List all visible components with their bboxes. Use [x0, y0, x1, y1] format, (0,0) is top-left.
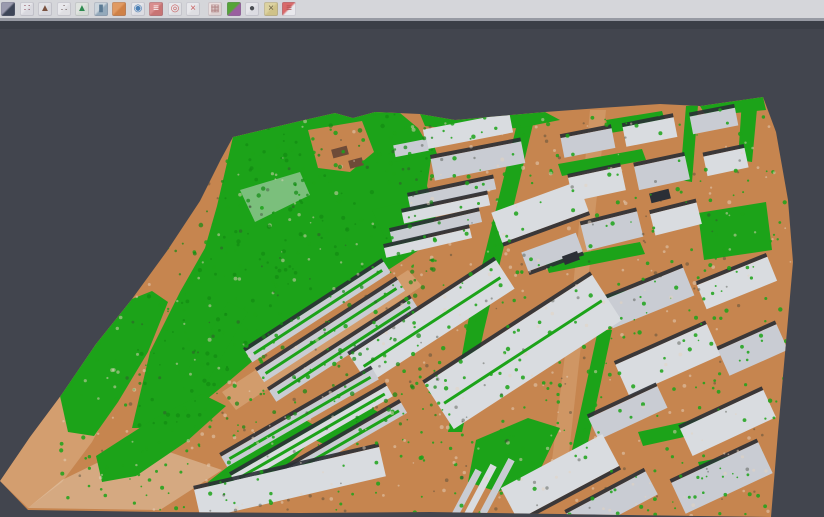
layers-icon[interactable]: ≡ [149, 2, 163, 16]
terrain-model-icon[interactable]: ▲ [38, 2, 52, 16]
clip-box-icon[interactable]: × [186, 2, 200, 16]
sphere-icon[interactable]: ● [245, 2, 259, 16]
target-icon[interactable]: ◎ [168, 2, 182, 16]
scene-canvas [0, 0, 824, 517]
point-cloud-icon[interactable]: ∷ [20, 2, 34, 16]
grid-icon[interactable]: ▦ [208, 2, 222, 16]
report-icon[interactable]: × [264, 2, 278, 16]
sparse-points-icon[interactable]: ∴ [57, 2, 71, 16]
table-icon[interactable]: ≡ [282, 2, 296, 16]
globe-icon[interactable]: ◉ [131, 2, 145, 16]
building-icon[interactable]: ▮ [94, 2, 108, 16]
classified-map-icon[interactable] [227, 2, 241, 16]
toolbar: ∷ ▲ ∴ ▲ ▮ ◉ ≡ ◎ × ▦ ● × ≡ [0, 0, 824, 21]
open-project-icon[interactable] [1, 2, 15, 16]
vegetation-icon[interactable]: ▲ [75, 2, 89, 16]
3d-viewport[interactable] [0, 0, 824, 517]
orthomosaic-icon[interactable] [112, 2, 126, 16]
